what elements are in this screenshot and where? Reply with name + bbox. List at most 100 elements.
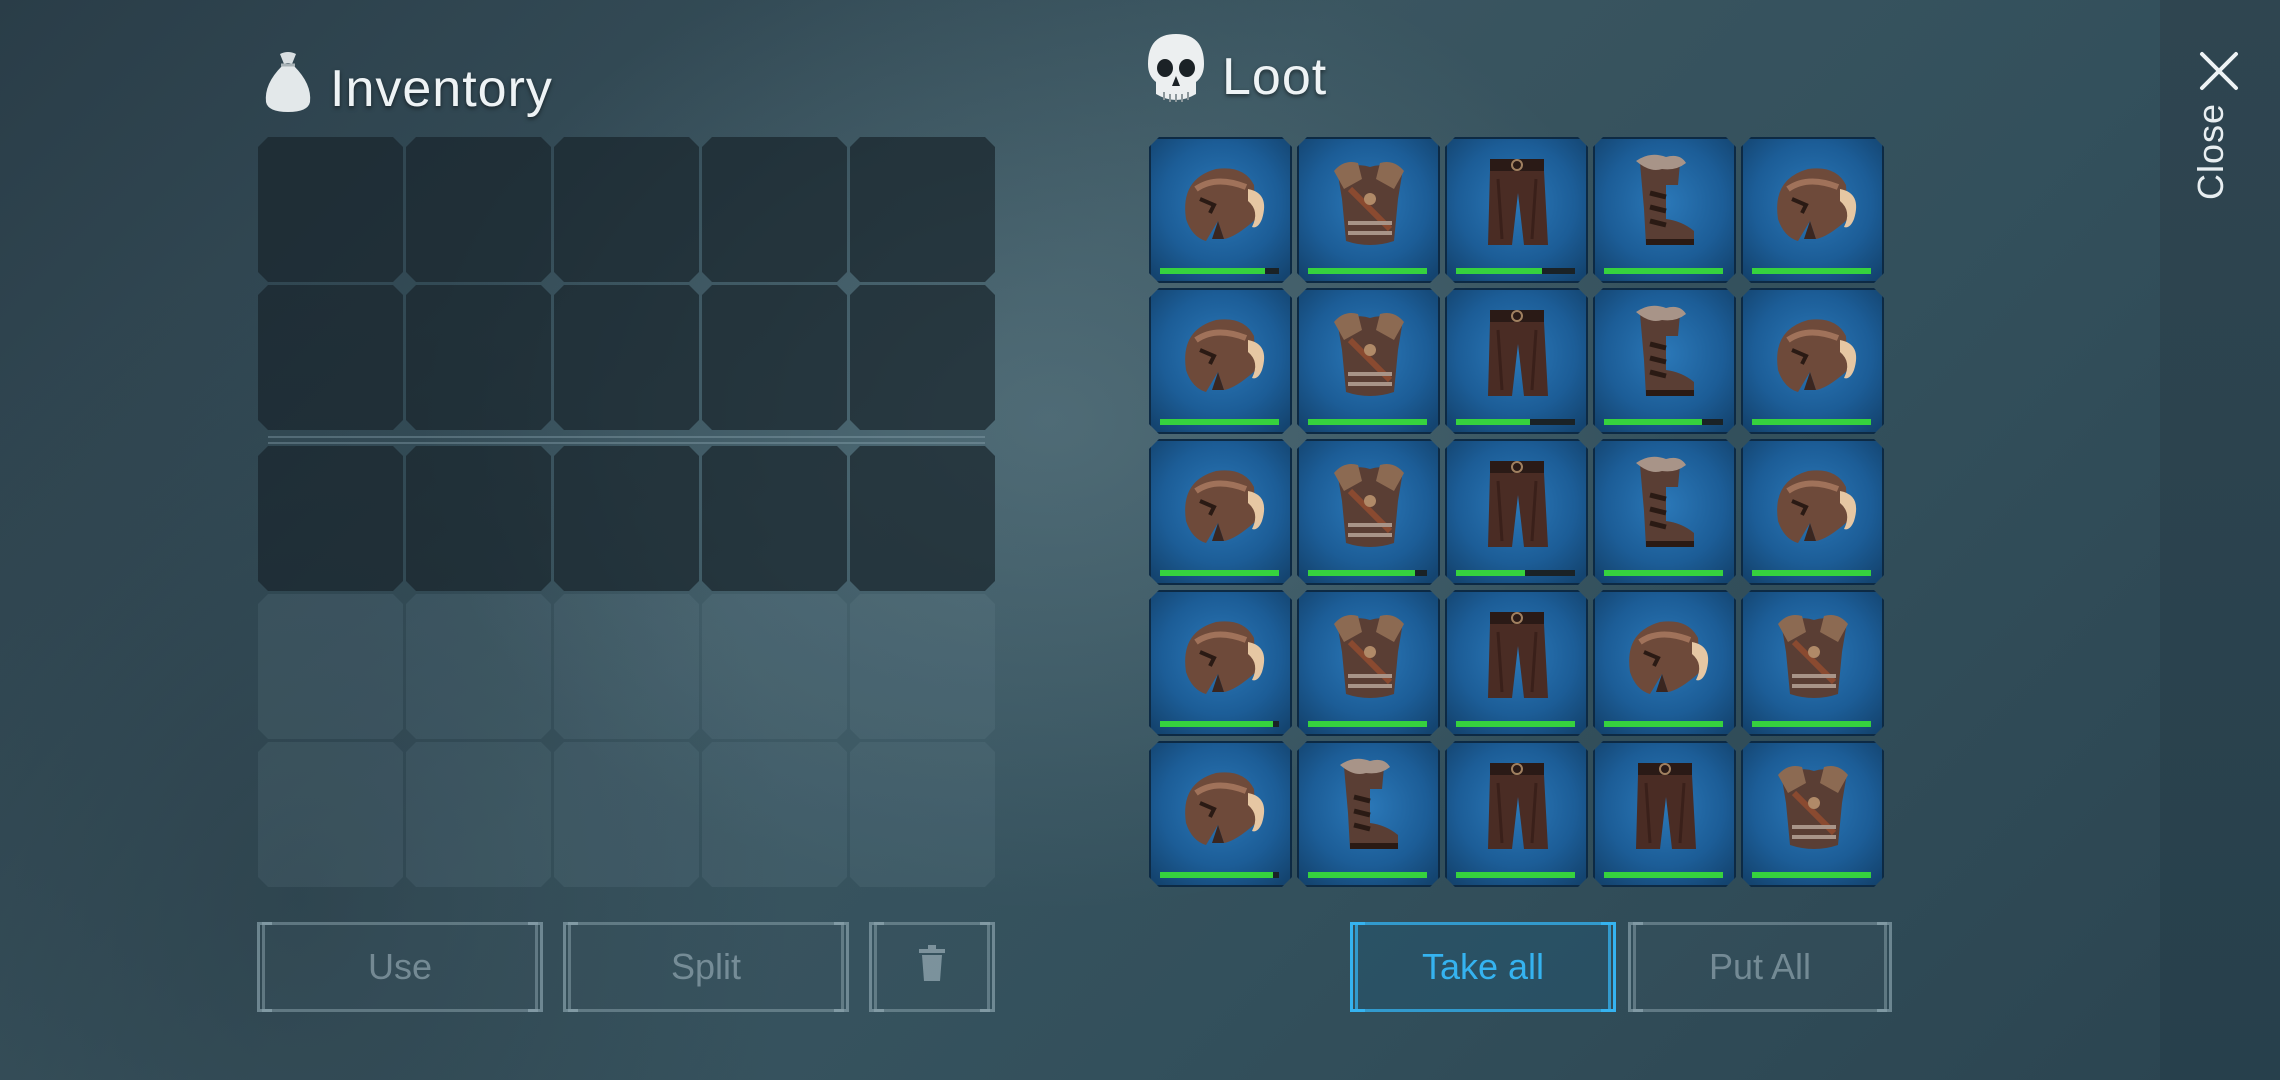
loot-item-chest[interactable] bbox=[1297, 439, 1440, 585]
durability-bar bbox=[1604, 419, 1723, 425]
durability-bar bbox=[1752, 570, 1871, 576]
durability-bar bbox=[1752, 872, 1871, 878]
loot-item-boots[interactable] bbox=[1297, 741, 1440, 887]
inventory-slot[interactable] bbox=[406, 285, 551, 430]
loot-item-pants[interactable] bbox=[1445, 137, 1588, 283]
loot-item-pants[interactable] bbox=[1593, 741, 1736, 887]
durability-bar bbox=[1604, 268, 1723, 274]
durability-fill bbox=[1456, 570, 1525, 576]
put-all-button[interactable]: Put All bbox=[1628, 922, 1892, 1012]
durability-bar bbox=[1456, 268, 1575, 274]
bag-icon bbox=[262, 50, 314, 127]
durability-fill bbox=[1752, 872, 1871, 878]
inventory-slot[interactable] bbox=[406, 137, 551, 282]
locked-slot bbox=[406, 742, 551, 887]
inventory-slot[interactable] bbox=[702, 446, 847, 591]
durability-bar bbox=[1308, 721, 1427, 727]
durability-fill bbox=[1308, 268, 1427, 274]
inventory-slot[interactable] bbox=[702, 285, 847, 430]
loot-grid bbox=[1149, 137, 1884, 887]
loot-item-boots[interactable] bbox=[1593, 137, 1736, 283]
durability-bar bbox=[1604, 872, 1723, 878]
durability-fill bbox=[1604, 570, 1723, 576]
durability-fill bbox=[1160, 872, 1273, 878]
split-button[interactable]: Split bbox=[563, 922, 849, 1012]
loot-header: Loot bbox=[1146, 32, 1327, 121]
durability-fill bbox=[1604, 721, 1723, 727]
loot-item-chest[interactable] bbox=[1741, 590, 1884, 736]
durability-fill bbox=[1604, 872, 1723, 878]
durability-bar bbox=[1456, 721, 1575, 727]
durability-fill bbox=[1160, 419, 1279, 425]
loot-item-helmet[interactable] bbox=[1741, 137, 1884, 283]
locked-slot bbox=[554, 742, 699, 887]
close-button[interactable]: Close bbox=[2190, 103, 2232, 200]
locked-slot bbox=[850, 742, 995, 887]
durability-bar bbox=[1160, 872, 1279, 878]
durability-fill bbox=[1604, 268, 1723, 274]
inventory-slot[interactable] bbox=[850, 285, 995, 430]
durability-fill bbox=[1308, 419, 1427, 425]
inventory-slot[interactable] bbox=[554, 137, 699, 282]
inventory-slot[interactable] bbox=[554, 446, 699, 591]
durability-bar bbox=[1456, 419, 1575, 425]
inventory-grid bbox=[258, 137, 995, 887]
durability-bar bbox=[1308, 268, 1427, 274]
loot-item-helmet[interactable] bbox=[1149, 590, 1292, 736]
durability-fill bbox=[1308, 721, 1427, 727]
inventory-slot[interactable] bbox=[850, 446, 995, 591]
durability-bar bbox=[1308, 570, 1427, 576]
inventory-slot[interactable] bbox=[850, 137, 995, 282]
durability-fill bbox=[1308, 570, 1415, 576]
loot-item-chest[interactable] bbox=[1741, 741, 1884, 887]
locked-slot bbox=[850, 594, 995, 739]
inventory-slot[interactable] bbox=[258, 446, 403, 591]
inventory-slot[interactable] bbox=[554, 285, 699, 430]
loot-item-pants[interactable] bbox=[1445, 590, 1588, 736]
loot-item-helmet[interactable] bbox=[1149, 439, 1292, 585]
locked-slot bbox=[258, 742, 403, 887]
durability-bar bbox=[1160, 419, 1279, 425]
durability-fill bbox=[1160, 721, 1273, 727]
use-button[interactable]: Use bbox=[257, 922, 543, 1012]
loot-item-helmet[interactable] bbox=[1149, 137, 1292, 283]
durability-fill bbox=[1752, 268, 1871, 274]
loot-item-chest[interactable] bbox=[1297, 590, 1440, 736]
durability-bar bbox=[1604, 721, 1723, 727]
loot-item-chest[interactable] bbox=[1297, 137, 1440, 283]
loot-item-pants[interactable] bbox=[1445, 439, 1588, 585]
loot-item-pants[interactable] bbox=[1445, 741, 1588, 887]
durability-bar bbox=[1456, 570, 1575, 576]
durability-fill bbox=[1752, 721, 1871, 727]
durability-fill bbox=[1456, 872, 1575, 878]
inventory-slot[interactable] bbox=[258, 285, 403, 430]
durability-fill bbox=[1604, 419, 1702, 425]
delete-button[interactable] bbox=[869, 922, 995, 1012]
durability-fill bbox=[1752, 419, 1871, 425]
loot-item-helmet[interactable] bbox=[1149, 288, 1292, 434]
locked-slot bbox=[554, 594, 699, 739]
loot-item-helmet[interactable] bbox=[1593, 590, 1736, 736]
loot-item-boots[interactable] bbox=[1593, 288, 1736, 434]
inventory-slot[interactable] bbox=[702, 137, 847, 282]
loot-item-helmet[interactable] bbox=[1741, 288, 1884, 434]
durability-fill bbox=[1752, 570, 1871, 576]
durability-bar bbox=[1160, 721, 1279, 727]
loot-item-pants[interactable] bbox=[1445, 288, 1588, 434]
durability-fill bbox=[1160, 268, 1265, 274]
skull-icon bbox=[1146, 32, 1206, 121]
inventory-title: Inventory bbox=[330, 59, 553, 118]
durability-bar bbox=[1308, 419, 1427, 425]
durability-bar bbox=[1604, 570, 1723, 576]
loot-item-chest[interactable] bbox=[1297, 288, 1440, 434]
inventory-slot[interactable] bbox=[406, 446, 551, 591]
durability-bar bbox=[1752, 721, 1871, 727]
inventory-slot[interactable] bbox=[258, 137, 403, 282]
close-icon[interactable] bbox=[2198, 50, 2240, 92]
locked-slot bbox=[406, 594, 551, 739]
loot-item-helmet[interactable] bbox=[1149, 741, 1292, 887]
loot-item-boots[interactable] bbox=[1593, 439, 1736, 585]
durability-fill bbox=[1456, 268, 1542, 274]
loot-item-helmet[interactable] bbox=[1741, 439, 1884, 585]
take-all-button[interactable]: Take all bbox=[1350, 922, 1616, 1012]
